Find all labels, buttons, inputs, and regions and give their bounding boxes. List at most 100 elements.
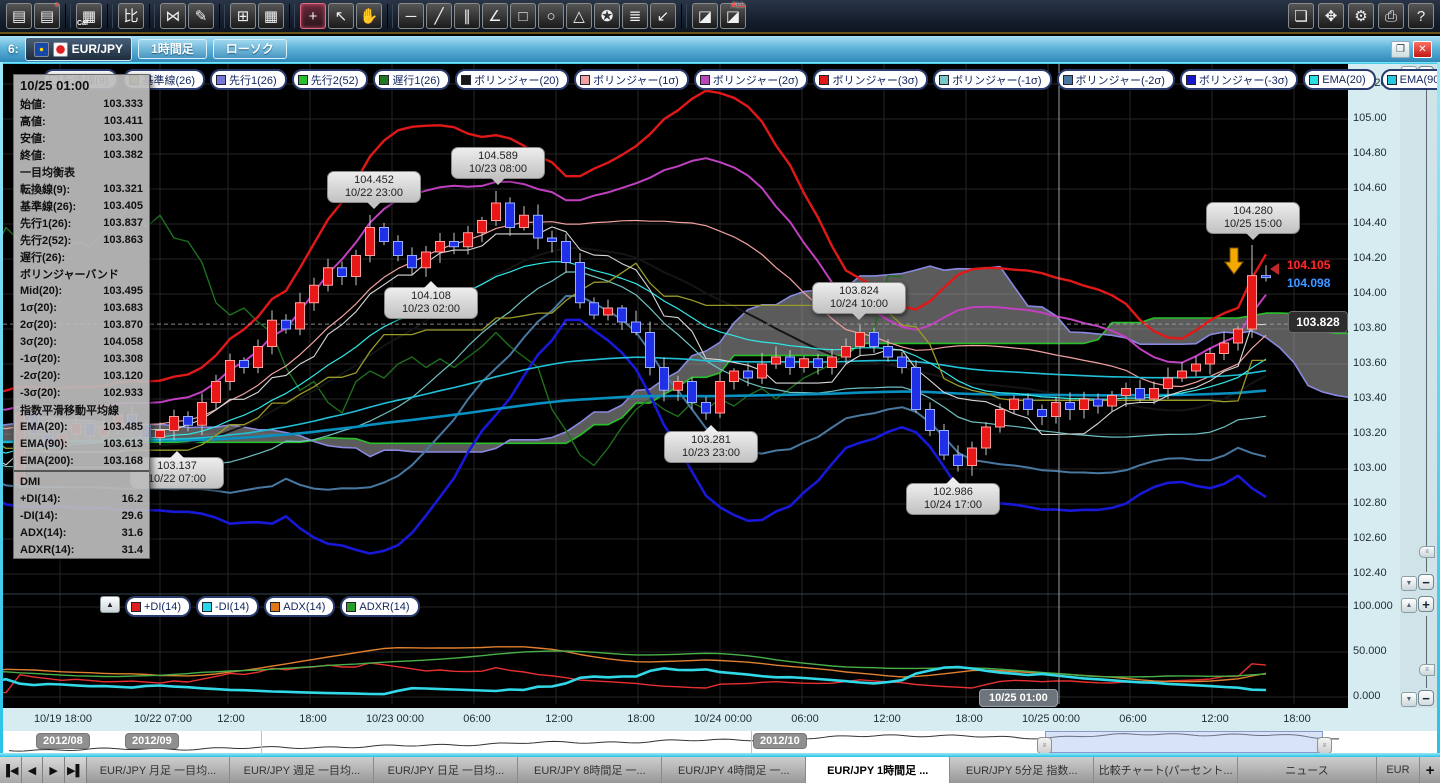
vertical-scrollbar[interactable]: ▲▼▲▼ (1400, 64, 1417, 708)
save-button[interactable]: ▦ (258, 3, 284, 29)
chart-settings-button[interactable]: ⊞ (230, 3, 256, 29)
legend-chip[interactable]: EMA(90) (1381, 69, 1440, 90)
calendar-button[interactable]: ▦Cal (76, 3, 102, 29)
fibonacci-lines-button[interactable]: ≣ (622, 3, 648, 29)
chart-window-titlebar[interactable]: 6: EUR/JPY 1時間足 ローソク ❐ ✕ (0, 36, 1440, 62)
zoom-slider-grip[interactable]: ≡ (1419, 546, 1435, 558)
dmi-tick: 50.000 (1353, 645, 1387, 657)
parallel-lines-button[interactable]: ∥ (454, 3, 480, 29)
tab-nav-button-0[interactable]: ▐◀ (0, 757, 22, 783)
legend-chip[interactable]: ボリンジャー(-3σ) (1180, 69, 1298, 90)
crosshair-button[interactable]: + (300, 3, 326, 29)
eraser-button[interactable]: ◪ (692, 3, 718, 29)
technical-analysis-button[interactable]: ⋈ (160, 3, 186, 29)
series-color-icon (939, 75, 949, 85)
chart-tab-2[interactable]: EUR/JPY 日足 一目均... (374, 757, 518, 783)
jp-flag-icon (53, 42, 68, 57)
series-color-icon (298, 75, 308, 85)
restore-window-button[interactable]: ❐ (1391, 41, 1410, 58)
price-annotation-callout: 104.45210/22 23:00 (327, 171, 421, 203)
price-tick: 103.60 (1353, 357, 1387, 369)
navigator-selection[interactable] (1045, 731, 1323, 753)
zoom-minus-button[interactable]: − (1418, 690, 1434, 706)
zoom-plus-button[interactable]: + (1418, 596, 1434, 612)
series-color-icon (131, 602, 141, 612)
currency-pair-box[interactable]: EUR/JPY (25, 37, 132, 61)
dmi-tick: 0.000 (1353, 690, 1381, 702)
tab-nav-button-1[interactable]: ◀ (22, 757, 44, 783)
chart-tab-3[interactable]: EUR/JPY 8時間足 一... (518, 757, 662, 783)
print-button[interactable]: ⎙ (1378, 3, 1404, 29)
series-color-icon (1387, 75, 1397, 85)
series-color-icon (346, 602, 356, 612)
pointer-button[interactable]: ↖ (328, 3, 354, 29)
add-chart-button[interactable]: ▤+ (34, 3, 60, 29)
horizontal-line-button[interactable]: ─ (398, 3, 424, 29)
panel-row: 安値:103.300 (14, 129, 149, 146)
legend-chip[interactable]: ボリンジャー(1σ) (574, 69, 689, 90)
navigator-handle-left[interactable]: ≡ (1037, 737, 1052, 754)
hand-button[interactable]: ✋ (356, 3, 382, 29)
vertical-zoom-column[interactable]: +−+−≡≡ (1417, 64, 1437, 708)
scroll-down-button[interactable]: ▼ (1401, 692, 1417, 707)
legend-chip[interactable]: ボリンジャー(-2σ) (1057, 69, 1175, 90)
panel-row: 先行1(26):103.837 (14, 214, 149, 231)
navigator-handle-right[interactable]: ≡ (1317, 737, 1332, 754)
chart-tab-6[interactable]: EUR/JPY 5分足 指数... (950, 757, 1094, 783)
series-color-icon (202, 602, 212, 612)
quote-board-button[interactable]: ▤ (6, 3, 32, 29)
time-axis: 10/19 18:0010/22 07:0012:0018:0010/23 00… (3, 708, 1437, 731)
legend-chip[interactable]: ボリンジャー(2σ) (694, 69, 809, 90)
close-window-button[interactable]: ✕ (1413, 41, 1432, 58)
tab-nav-button-2[interactable]: ▶ (43, 757, 65, 783)
chart-tab-0[interactable]: EUR/JPY 月足 一目均... (87, 757, 231, 783)
legend-chip[interactable]: -DI(14) (196, 596, 259, 617)
legend-chip[interactable]: ボリンジャー(20) (455, 69, 569, 90)
angle-line-button[interactable]: ∠ (482, 3, 508, 29)
chart-tab-8[interactable]: ニュース (1238, 757, 1377, 783)
tab-nav-button-3[interactable]: ▶▌ (65, 757, 87, 783)
legend-chip[interactable]: 遅行1(26) (373, 69, 450, 90)
legend-chip[interactable]: 先行1(26) (210, 69, 287, 90)
timeframe-button[interactable]: 1時間足 (138, 39, 207, 59)
collapse-subchart-button[interactable]: ▲ (100, 596, 120, 613)
settings-gear-button[interactable]: ⚙ (1348, 3, 1374, 29)
panel-row: 2σ(20):103.870 (14, 316, 149, 333)
legend-chip[interactable]: ボリンジャー(-1σ) (933, 69, 1051, 90)
legend-chip[interactable]: ADXR(14) (340, 596, 419, 617)
draw-pencil-button[interactable]: ✎ (188, 3, 214, 29)
fullscreen-button[interactable]: ✥ (1318, 3, 1344, 29)
legend-chip[interactable]: EMA(20) (1303, 69, 1375, 90)
range-navigator[interactable]: 2012/082012/092012/10≡≡ (3, 731, 1437, 753)
pentagon-button[interactable]: ✪ (594, 3, 620, 29)
compare-button[interactable]: 比 (118, 3, 144, 29)
panel-section-header: 指数平滑移動平均線 (14, 401, 149, 418)
frame-top (0, 62, 1440, 64)
cursor-time-badge: 10/25 01:00 (979, 689, 1058, 707)
chart-type-button[interactable]: ローソク (213, 39, 287, 59)
help-button[interactable]: ? (1408, 3, 1434, 29)
chart-tab-1[interactable]: EUR/JPY 週足 一目均... (230, 757, 374, 783)
eraser-all-button[interactable]: ◪ALL (720, 3, 746, 29)
scroll-up-button[interactable]: ▲ (1401, 598, 1417, 613)
chart-tab-5[interactable]: EUR/JPY 1時間足 ... (806, 757, 950, 783)
legend-chip[interactable]: 先行2(52) (292, 69, 369, 90)
bid-price-marker: 104.098 (1287, 276, 1330, 290)
rectangle-button[interactable]: □ (510, 3, 536, 29)
navigator-month-badge: 2012/08 (36, 733, 90, 749)
window-layout-button[interactable]: ❏ (1288, 3, 1314, 29)
scroll-down-button[interactable]: ▼ (1401, 576, 1417, 591)
add-tab-button[interactable]: + (1420, 757, 1440, 783)
legend-chip[interactable]: +DI(14) (125, 596, 191, 617)
chart-tab-9[interactable]: EUR (1377, 757, 1421, 783)
chart-tab-7[interactable]: 比較チャート(パーセント... (1094, 757, 1238, 783)
dmi-zoom-slider-grip[interactable]: ≡ (1419, 664, 1435, 676)
legend-chip[interactable]: ADX(14) (264, 596, 335, 617)
chart-tab-4[interactable]: EUR/JPY 4時間足 一... (662, 757, 806, 783)
arrow-line-button[interactable]: ↙ (650, 3, 676, 29)
trend-line-button[interactable]: ╱ (426, 3, 452, 29)
legend-chip[interactable]: ボリンジャー(3σ) (813, 69, 928, 90)
ellipse-button[interactable]: ○ (538, 3, 564, 29)
triangle-button[interactable]: △ (566, 3, 592, 29)
zoom-minus-button[interactable]: − (1418, 574, 1434, 590)
